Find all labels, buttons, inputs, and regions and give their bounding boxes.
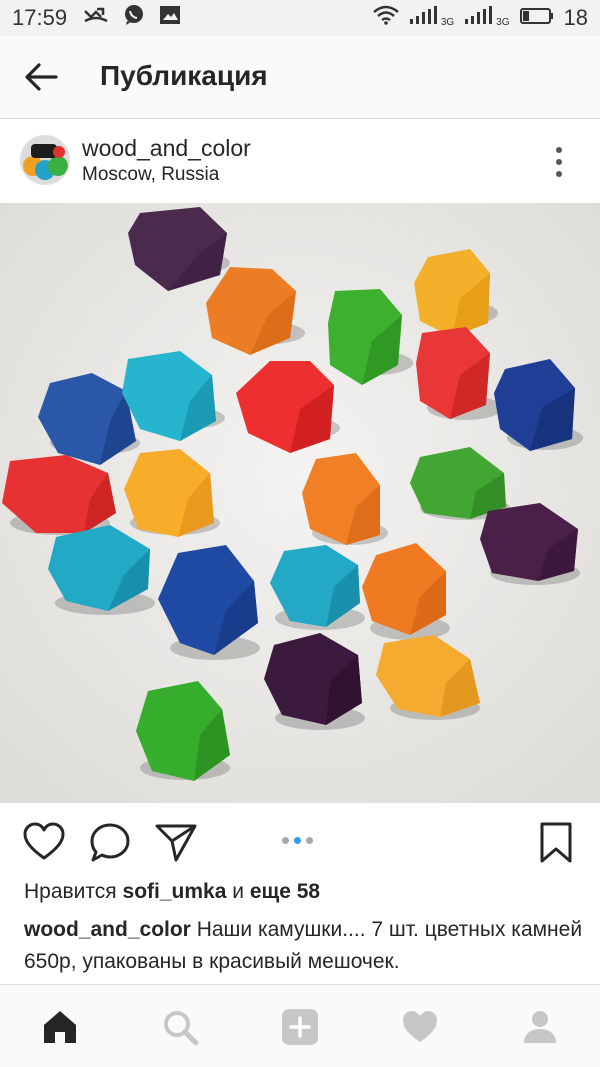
wifi-icon — [373, 5, 399, 31]
page-title: Публикация — [100, 60, 268, 91]
network-type-label: 3G — [496, 17, 510, 28]
signal-icon — [464, 5, 493, 31]
add-icon — [282, 1009, 318, 1045]
carousel-dot — [282, 837, 289, 844]
nav-home[interactable] — [40, 1007, 80, 1047]
carousel-dot — [306, 837, 313, 844]
nav-search[interactable] — [160, 1007, 200, 1047]
likes-more[interactable]: еще 58 — [250, 880, 320, 903]
likes-user[interactable]: sofi_umka — [123, 880, 227, 903]
viber-icon — [123, 4, 145, 32]
more-options-button[interactable] — [548, 145, 572, 179]
battery-level: 18 — [563, 5, 588, 30]
caption-author[interactable]: wood_and_color — [24, 918, 191, 941]
arrow-left-icon — [25, 63, 58, 91]
likes-prefix: Нравится — [24, 880, 117, 903]
post-actions — [0, 803, 600, 879]
signal-icon — [409, 5, 437, 31]
post-caption: wood_and_color Наши камушки.... 7 шт. цв… — [24, 914, 584, 978]
likes-connector: и — [232, 880, 244, 903]
nav-activity[interactable] — [400, 1007, 440, 1047]
post-header: wood_and_color Moscow, Russia — [0, 119, 600, 203]
status-bar: 17:59 3G 3G 18 — [0, 0, 600, 36]
bookmark-icon — [540, 822, 572, 863]
post-location[interactable]: Moscow, Russia — [82, 164, 219, 186]
nav-profile[interactable] — [520, 1007, 560, 1047]
battery-icon — [519, 5, 554, 31]
like-button[interactable] — [22, 821, 66, 865]
comment-icon — [90, 823, 130, 862]
picture-notification-icon — [159, 5, 181, 31]
avatar[interactable] — [20, 135, 70, 185]
top-bar: Публикация — [0, 36, 600, 119]
heart-icon — [23, 822, 65, 860]
carousel-dot — [294, 837, 301, 844]
share-icon — [155, 824, 197, 862]
post-photo[interactable] — [0, 203, 600, 803]
missed-call-icon — [83, 5, 109, 31]
profile-icon — [524, 1011, 556, 1043]
wooden-stones-photo — [0, 203, 600, 803]
share-button[interactable] — [154, 821, 198, 865]
back-button[interactable] — [24, 62, 58, 92]
search-icon — [164, 1011, 199, 1046]
network-type-label: 3G — [440, 17, 455, 28]
carousel-indicator — [282, 837, 313, 844]
save-button[interactable] — [538, 821, 582, 865]
status-time: 17:59 — [12, 5, 68, 30]
activity-heart-icon — [403, 1011, 437, 1042]
nav-add[interactable] — [280, 1007, 320, 1047]
bottom-navigation — [0, 984, 600, 1067]
home-icon — [44, 1011, 76, 1043]
likes-summary[interactable]: Нравится sofi_umka и еще 58 — [24, 880, 320, 904]
post-username[interactable]: wood_and_color — [82, 135, 251, 162]
comment-button[interactable] — [88, 821, 132, 865]
